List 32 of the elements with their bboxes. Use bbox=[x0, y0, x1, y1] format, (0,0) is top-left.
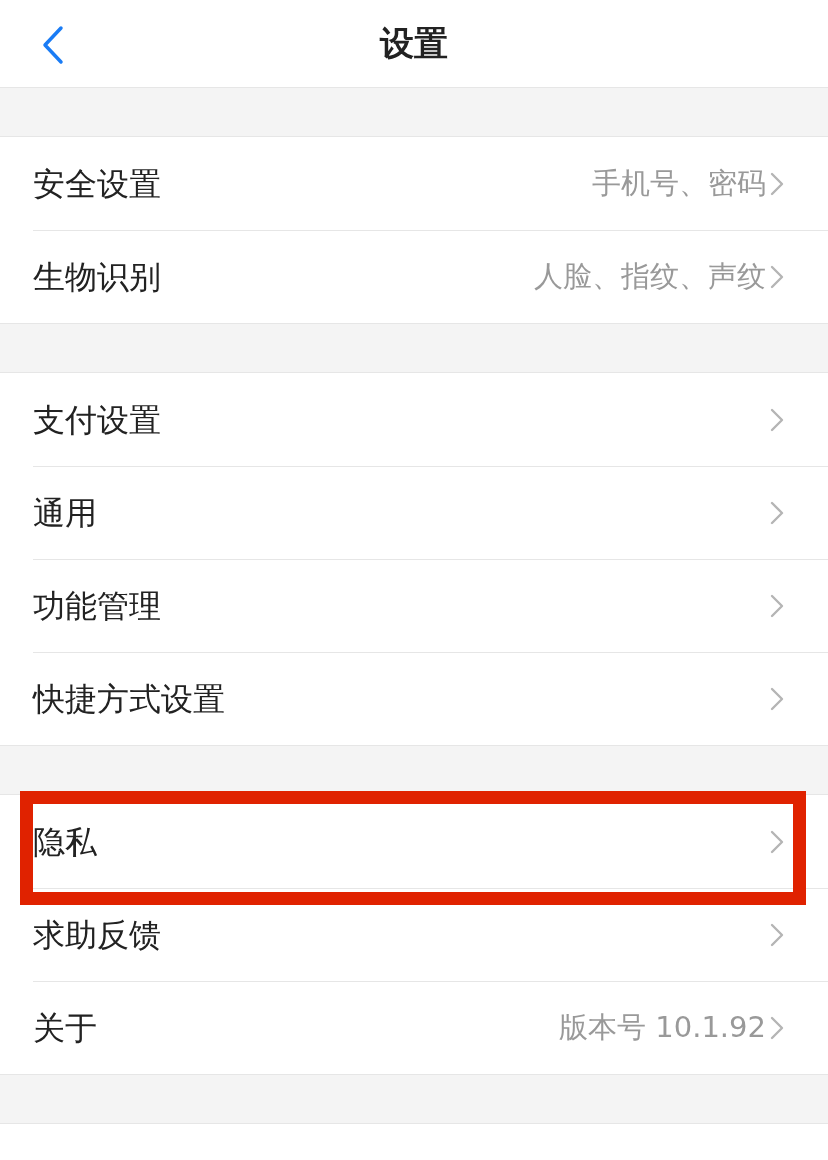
chevron-right-icon bbox=[770, 922, 784, 947]
chevron-right-icon bbox=[770, 407, 784, 432]
settings-row[interactable]: 隐私 bbox=[0, 795, 828, 888]
chevron-right-icon bbox=[770, 500, 784, 525]
row-label: 通用 bbox=[33, 492, 97, 534]
row-label: 隐私 bbox=[33, 821, 97, 863]
row-label: 求助反馈 bbox=[33, 914, 161, 956]
settings-row[interactable]: 通用 bbox=[0, 466, 828, 559]
row-label: 生物识别 bbox=[33, 256, 161, 298]
row-label: 安全设置 bbox=[33, 163, 161, 205]
row-value: 人脸、指纹、声纹 bbox=[534, 257, 766, 295]
settings-row[interactable]: 安全设置 手机号、密码 bbox=[0, 137, 828, 230]
row-label: 关于 bbox=[33, 1007, 97, 1049]
settings-row[interactable]: 生物识别 人脸、指纹、声纹 bbox=[0, 230, 828, 323]
row-label: 功能管理 bbox=[33, 585, 161, 627]
chevron-right-icon bbox=[770, 1015, 784, 1040]
row-value: 版本号 10.1.92 bbox=[559, 1008, 766, 1046]
row-label: 快捷方式设置 bbox=[33, 678, 225, 720]
chevron-right-icon bbox=[770, 593, 784, 618]
settings-row[interactable]: 求助反馈 bbox=[0, 888, 828, 981]
settings-row[interactable]: 快捷方式设置 bbox=[0, 652, 828, 745]
chevron-right-icon bbox=[770, 264, 784, 289]
settings-row[interactable]: 功能管理 bbox=[0, 559, 828, 652]
row-value: 手机号、密码 bbox=[592, 164, 766, 202]
row-label: 支付设置 bbox=[33, 399, 161, 441]
back-icon bbox=[41, 25, 65, 65]
chevron-right-icon bbox=[770, 829, 784, 854]
settings-row[interactable]: 支付设置 bbox=[0, 373, 828, 466]
page-title: 设置 bbox=[380, 22, 448, 65]
chevron-right-icon bbox=[770, 686, 784, 711]
settings-row[interactable]: 关于 版本号 10.1.92 bbox=[0, 981, 828, 1074]
chevron-right-icon bbox=[770, 171, 784, 196]
